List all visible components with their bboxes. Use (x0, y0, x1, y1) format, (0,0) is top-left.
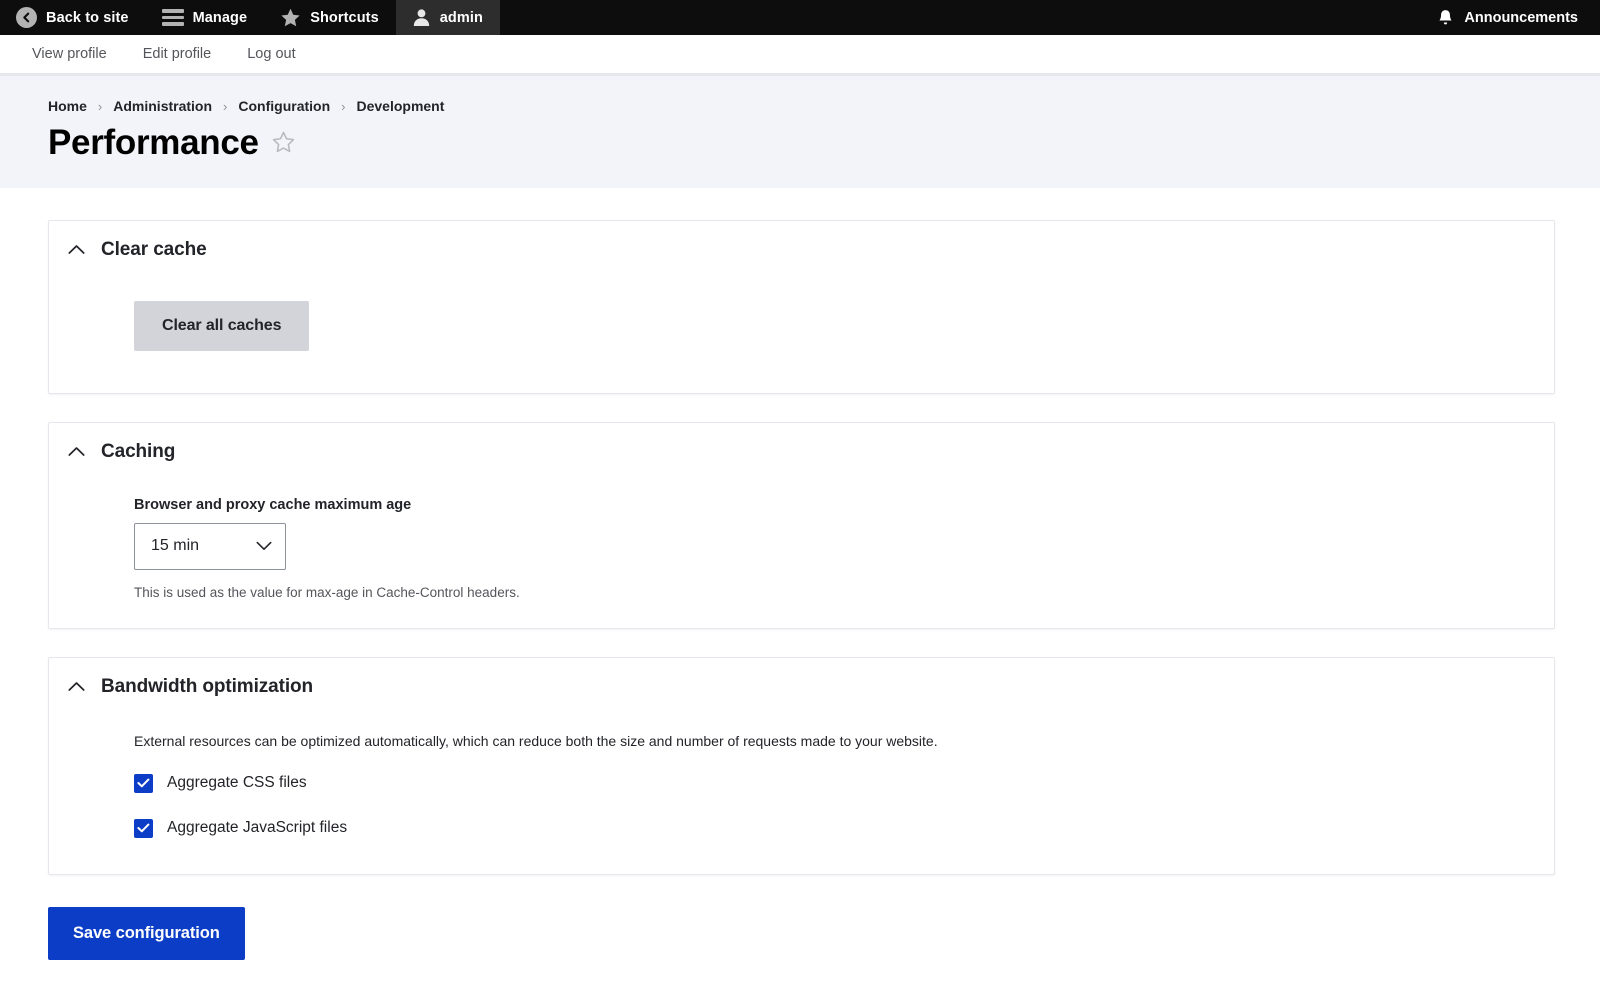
section-header-caching[interactable]: Caching (49, 423, 1554, 463)
section-clear-cache: Clear cache Clear all caches (48, 219, 1555, 394)
save-configuration-button[interactable]: Save configuration (48, 906, 245, 960)
bandwidth-description: External resources can be optimized auto… (134, 732, 938, 749)
checkmark-icon[interactable] (134, 818, 153, 838)
admin-toolbar: Back to site Manage Shortcuts admin Anno… (0, 0, 1600, 35)
section-header-bandwidth-optimization[interactable]: Bandwidth optimization (49, 658, 1554, 698)
page-header: Home › Administration › Configuration › … (0, 76, 1600, 188)
checkbox-aggregate-javascript[interactable]: Aggregate JavaScript files (134, 818, 1554, 838)
user-menu-bar: View profile Edit profile Log out (0, 35, 1600, 76)
cache-max-age-description: This is used as the value for max-age in… (134, 584, 520, 600)
star-icon (280, 8, 301, 28)
checkbox-aggregate-css[interactable]: Aggregate CSS files (134, 773, 1554, 793)
toolbar-item-announcements[interactable]: Announcements (1423, 0, 1600, 35)
section-body-bandwidth-optimization: External resources can be optimized auto… (49, 698, 1554, 874)
star-outline-icon[interactable] (271, 131, 296, 155)
toolbar-item-back-to-site[interactable]: Back to site (0, 0, 146, 35)
section-title: Clear cache (101, 238, 207, 260)
section-title: Bandwidth optimization (101, 675, 314, 697)
breadcrumb-separator: › (97, 98, 103, 114)
toolbar-item-admin[interactable]: admin (395, 0, 500, 35)
breadcrumb-item-configuration[interactable]: Configuration (238, 98, 330, 114)
chevron-up-icon[interactable] (68, 446, 85, 457)
bell-icon (1437, 9, 1454, 27)
toolbar-item-label: admin (439, 9, 483, 26)
checkbox-label: Aggregate JavaScript files (167, 819, 348, 837)
section-title: Caching (101, 440, 176, 462)
chevron-up-icon[interactable] (68, 681, 85, 692)
section-body-caching: Browser and proxy cache maximum age 15 m… (49, 463, 1554, 628)
section-body-clear-cache: Clear all caches (49, 261, 1554, 393)
cache-max-age-select-wrap: 15 min (134, 522, 286, 570)
toolbar-item-manage[interactable]: Manage (146, 0, 265, 35)
breadcrumb-separator: › (223, 98, 228, 114)
breadcrumb-item-administration[interactable]: Administration (113, 98, 212, 114)
breadcrumb-item-development[interactable]: Development (356, 98, 444, 114)
breadcrumb-item-home[interactable]: Home (48, 98, 87, 114)
cache-max-age-select[interactable]: 15 min (134, 522, 286, 570)
breadcrumb-separator: › (341, 98, 346, 114)
section-header-clear-cache[interactable]: Clear cache (49, 221, 1554, 261)
announcements-label: Announcements (1464, 9, 1578, 26)
page-title: Performance (48, 123, 259, 162)
user-menu-item-edit-profile[interactable]: Edit profile (125, 46, 230, 62)
user-menu-item-view-profile[interactable]: View profile (14, 46, 125, 62)
hamburger-icon (161, 9, 184, 26)
main-content: Clear cache Clear all caches Caching Bro… (0, 187, 1600, 960)
toolbar-item-shortcuts[interactable]: Shortcuts (264, 0, 396, 35)
checkmark-icon[interactable] (134, 773, 153, 793)
chevron-up-icon[interactable] (68, 244, 85, 255)
cache-max-age-value: 15 min (151, 537, 200, 555)
toolbar-item-label: Manage (192, 9, 248, 26)
toolbar-item-label: Back to site (46, 9, 129, 26)
cache-max-age-label: Browser and proxy cache maximum age (134, 496, 412, 513)
section-bandwidth-optimization: Bandwidth optimization External resource… (48, 656, 1555, 875)
breadcrumb: Home › Administration › Configuration › … (48, 98, 1600, 114)
user-menu-item-log-out[interactable]: Log out (229, 46, 313, 62)
checkbox-label: Aggregate CSS files (167, 774, 307, 792)
clear-all-caches-button[interactable]: Clear all caches (134, 300, 310, 351)
page-title-row: Performance (48, 123, 1600, 162)
toolbar-item-label: Shortcuts (310, 9, 379, 26)
section-caching: Caching Browser and proxy cache maximum … (48, 421, 1555, 629)
person-icon (412, 8, 431, 27)
back-circle-icon (16, 7, 37, 28)
chevron-down-icon (256, 541, 272, 551)
